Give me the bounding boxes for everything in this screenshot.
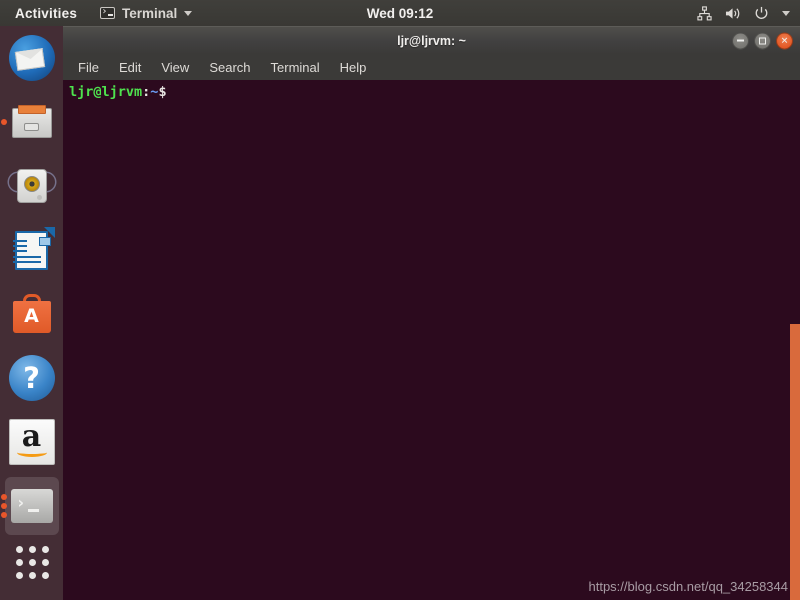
terminal-window: ljr@ljrvm: ~ ✕ File Edit View Search Ter… xyxy=(63,26,800,600)
menu-item-search[interactable]: Search xyxy=(207,58,252,77)
network-icon[interactable] xyxy=(697,5,712,21)
menu-item-help[interactable]: Help xyxy=(338,58,369,77)
menu-item-edit[interactable]: Edit xyxy=(117,58,143,77)
chevron-down-icon xyxy=(184,10,193,16)
menu-bar: File Edit View Search Terminal Help xyxy=(63,54,800,80)
menu-item-terminal[interactable]: Terminal xyxy=(269,58,322,77)
help-icon: ? xyxy=(8,355,55,401)
top-bar: Activities Terminal Wed 09:12 xyxy=(0,0,800,26)
scrollbar-thumb[interactable] xyxy=(790,324,800,600)
terminal-scrollbar[interactable] xyxy=(790,80,800,600)
chevron-down-icon[interactable] xyxy=(782,10,790,16)
dock-item-libreoffice-writer[interactable] xyxy=(0,218,63,282)
prompt-user: ljr@ljrvm xyxy=(69,84,143,100)
power-icon[interactable] xyxy=(754,6,769,21)
desktop: Activities Terminal Wed 09:12 xyxy=(0,0,800,600)
clock[interactable]: Wed 09:12 xyxy=(367,6,434,21)
show-applications-button[interactable] xyxy=(0,530,63,594)
activities-button[interactable]: Activities xyxy=(10,4,82,23)
dock: A ? a xyxy=(0,26,63,600)
top-bar-left: Activities Terminal xyxy=(0,4,196,23)
terminal-icon xyxy=(100,6,116,19)
dock-item-rhythmbox[interactable] xyxy=(0,154,63,218)
dock-item-amazon[interactable]: a xyxy=(0,410,63,474)
window-title: ljr@ljrvm: ~ xyxy=(397,33,466,48)
dock-item-help[interactable]: ? xyxy=(0,346,63,410)
dock-item-terminal[interactable] xyxy=(0,474,63,538)
running-indicator xyxy=(1,119,7,125)
dock-item-files[interactable] xyxy=(0,90,63,154)
ubuntu-software-icon: A xyxy=(9,291,55,337)
files-icon xyxy=(9,99,55,145)
menu-item-view[interactable]: View xyxy=(159,58,191,77)
terminal-body[interactable]: ljr@ljrvm:~$ xyxy=(63,80,800,600)
close-button[interactable]: ✕ xyxy=(776,32,793,49)
dock-item-ubuntu-software[interactable]: A xyxy=(0,282,63,346)
app-menu-button[interactable]: Terminal xyxy=(96,4,196,23)
dock-item-thunderbird[interactable] xyxy=(0,26,63,90)
minimize-button[interactable] xyxy=(732,32,749,49)
app-grid-icon xyxy=(15,546,49,579)
terminal-output[interactable]: ljr@ljrvm:~$ xyxy=(63,80,800,101)
rhythmbox-icon xyxy=(9,163,55,209)
app-menu-label: Terminal xyxy=(122,5,178,21)
menu-item-file[interactable]: File xyxy=(76,58,101,77)
status-indicators[interactable] xyxy=(697,5,800,21)
amazon-icon: a xyxy=(8,419,55,465)
running-indicator xyxy=(1,494,7,518)
maximize-button[interactable] xyxy=(754,32,771,49)
libreoffice-writer-icon xyxy=(9,227,55,273)
watermark: https://blog.csdn.net/qq_34258344 xyxy=(588,579,789,594)
window-controls: ✕ xyxy=(732,32,793,49)
thunderbird-icon xyxy=(8,35,55,81)
terminal-icon xyxy=(9,483,55,529)
window-title-bar[interactable]: ljr@ljrvm: ~ ✕ xyxy=(63,26,800,54)
software-letter: A xyxy=(24,305,39,327)
volume-icon[interactable] xyxy=(725,6,741,21)
prompt-symbol: $ xyxy=(158,84,167,100)
